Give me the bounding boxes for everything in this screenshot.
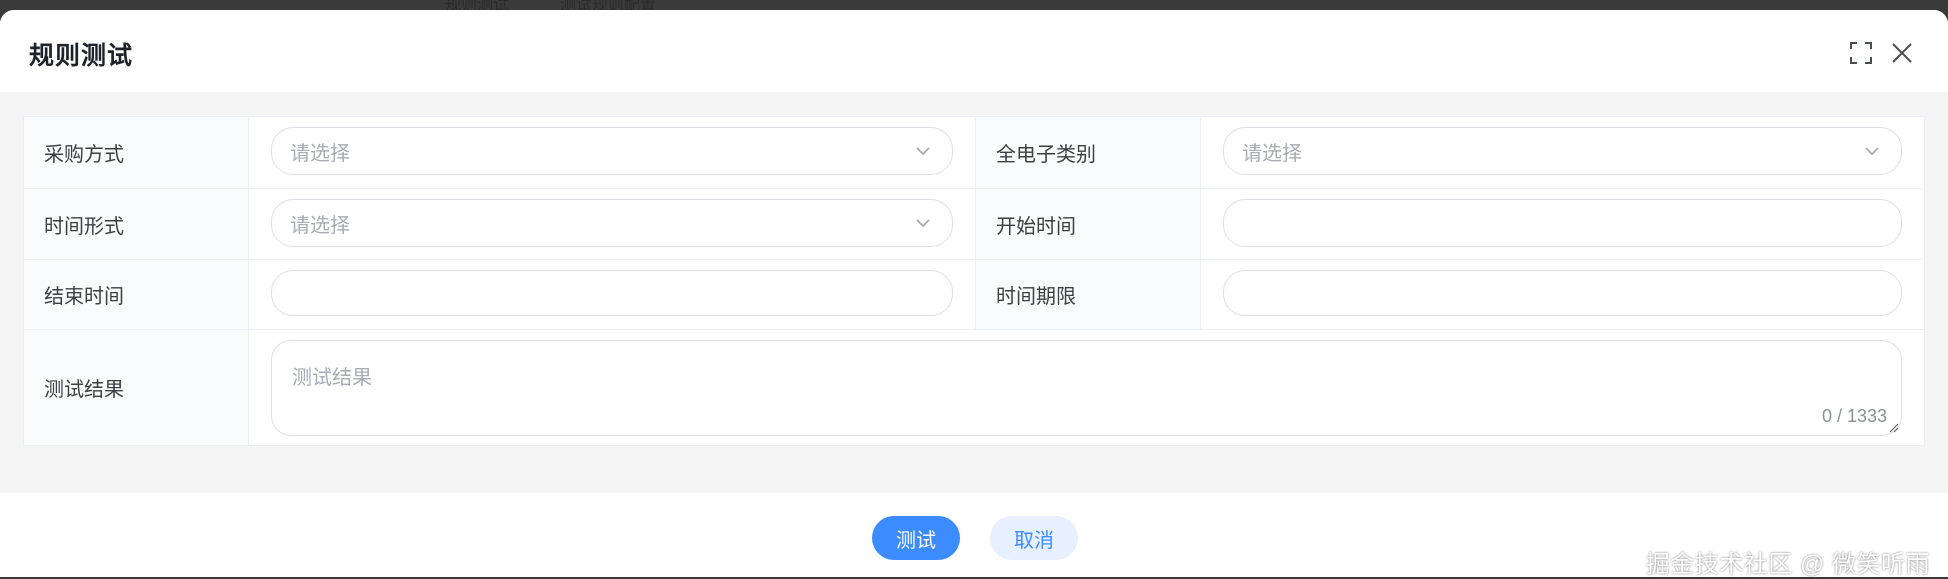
purchase-method-placeholder: 请选择 — [290, 142, 350, 165]
time-form-placeholder: 请选择 — [290, 214, 350, 237]
end-time-label-text: 结束时间 — [44, 286, 124, 308]
test-result-textarea[interactable]: 测试结果 0 / 1333 — [271, 340, 1902, 436]
dialog-body: 采购方式 请选择 全电子类别 请选择 时间形式 请选择 开始时间 结束时间 时间… — [0, 92, 1948, 493]
time-limit-input[interactable] — [1223, 270, 1902, 316]
test-button[interactable]: 测试 — [872, 516, 960, 560]
time-form-label-text: 时间形式 — [44, 215, 124, 238]
end-time-cell — [249, 260, 976, 330]
electronic-category-placeholder: 请选择 — [1242, 142, 1302, 165]
purchase-method-label-text: 采购方式 — [44, 144, 124, 166]
test-result-cell: 测试结果 0 / 1333 — [249, 330, 1924, 445]
close-icon[interactable] — [1888, 39, 1916, 67]
chevron-down-icon — [1861, 140, 1883, 162]
cancel-button[interactable]: 取消 — [990, 516, 1078, 560]
time-limit-label-text: 时间期限 — [996, 286, 1076, 308]
chevron-down-icon — [912, 212, 934, 234]
purchase-method-cell: 请选择 — [249, 117, 976, 189]
time-limit-cell — [1201, 260, 1924, 330]
end-time-label: 结束时间 — [24, 260, 249, 330]
test-result-placeholder: 测试结果 — [292, 367, 372, 389]
test-result-label-text: 测试结果 — [44, 379, 124, 401]
rule-form: 采购方式 请选择 全电子类别 请选择 时间形式 请选择 开始时间 结束时间 时间… — [23, 116, 1925, 446]
time-form-label: 时间形式 — [24, 189, 249, 260]
test-result-label: 测试结果 — [24, 330, 249, 445]
dialog-header: 规则测试 — [0, 10, 1948, 92]
start-time-label: 开始时间 — [976, 189, 1201, 260]
fullscreen-icon[interactable] — [1847, 39, 1875, 67]
purchase-method-select[interactable]: 请选择 — [271, 127, 953, 175]
electronic-category-label-text: 全电子类别 — [996, 144, 1096, 166]
electronic-category-cell: 请选择 — [1201, 117, 1924, 189]
time-limit-label: 时间期限 — [976, 260, 1201, 330]
time-form-select[interactable]: 请选择 — [271, 199, 953, 247]
electronic-category-select[interactable]: 请选择 — [1223, 127, 1902, 175]
start-time-cell — [1201, 189, 1924, 260]
end-time-input[interactable] — [271, 270, 953, 316]
time-form-cell: 请选择 — [249, 189, 976, 260]
start-time-input[interactable] — [1223, 199, 1902, 247]
purchase-method-label: 采购方式 — [24, 117, 249, 189]
dialog-title: 规则测试 — [29, 42, 134, 70]
rule-test-dialog: 规则测试 采购方式 请选择 全电子类别 请选择 时间形式 请选择 开始时间 结束… — [0, 10, 1948, 577]
start-time-label-text: 开始时间 — [996, 215, 1076, 238]
watermark: 掘金技术社区 @ 微笑听雨 — [1645, 551, 1930, 578]
resize-handle-icon[interactable] — [1887, 421, 1899, 433]
chevron-down-icon — [912, 140, 934, 162]
electronic-category-label: 全电子类别 — [976, 117, 1201, 189]
character-count: 0 / 1333 — [1821, 406, 1887, 426]
